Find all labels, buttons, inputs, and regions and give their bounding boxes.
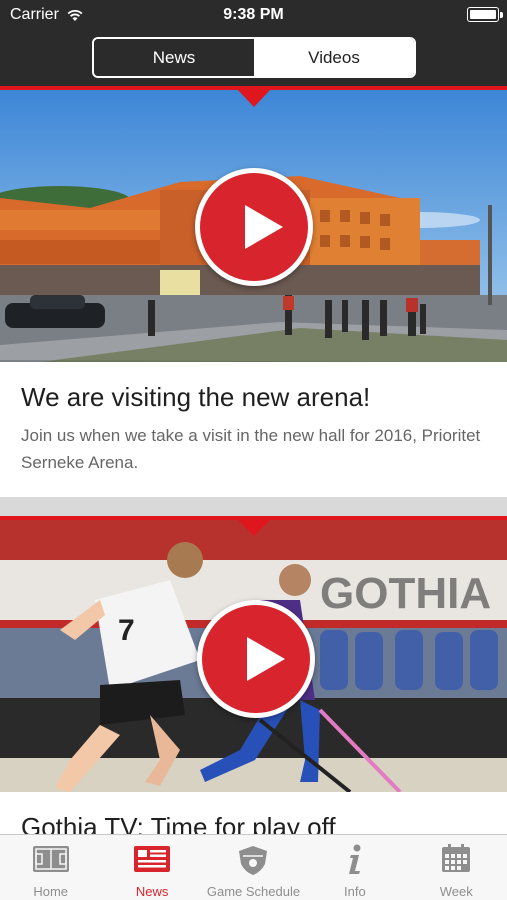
play-button[interactable] [197,600,315,718]
video-card[interactable]: Gothia TV: Time for play off [0,792,507,834]
tab-bar: Home News Game Schedule Info Week [0,834,507,900]
tab-label: Week [439,884,473,899]
tab-info[interactable]: Info [304,835,405,900]
video-thumbnail[interactable] [0,90,507,362]
header: Carrier 9:38 PM News Videos [0,0,507,90]
tab-home[interactable]: Home [0,835,101,900]
news-videos-segmented-control: News Videos [92,37,416,78]
calendar-icon [442,844,471,872]
info-icon [348,844,361,874]
jersey-number: 7 [118,614,135,647]
court-icon [32,846,69,872]
tab-label: News [135,884,169,899]
tab-label: Home [33,884,69,899]
news-icon [134,846,171,872]
play-button[interactable] [195,168,313,286]
pointer-arrow [237,89,271,107]
tab-week[interactable]: Week [406,835,507,900]
battery-icon [467,7,503,22]
video-card[interactable]: We are visiting the new arena! Join us w… [0,362,507,497]
video-title: Gothia TV: Time for play off [21,812,336,834]
video-thumbnail[interactable]: GOTHIA 7 [0,520,507,792]
video-description: Join us when we take a visit in the new … [21,426,481,472]
shield-icon [239,846,268,875]
banner-text: GOTHIA [320,569,491,618]
tab-label: Info [344,884,366,899]
tab-game-schedule[interactable]: Game Schedule [203,835,304,900]
status-bar: Carrier 9:38 PM [0,0,507,32]
card-separator [0,497,507,517]
pointer-arrow [237,519,271,536]
tab-news[interactable]: News [101,835,202,900]
segment-videos[interactable]: Videos [254,39,414,76]
play-icon [245,205,283,249]
play-icon [247,637,285,681]
clock: 9:38 PM [223,6,284,23]
video-title: We are visiting the new arena! [21,382,371,412]
segment-news[interactable]: News [94,39,254,76]
tab-label: Game Schedule [206,884,301,899]
